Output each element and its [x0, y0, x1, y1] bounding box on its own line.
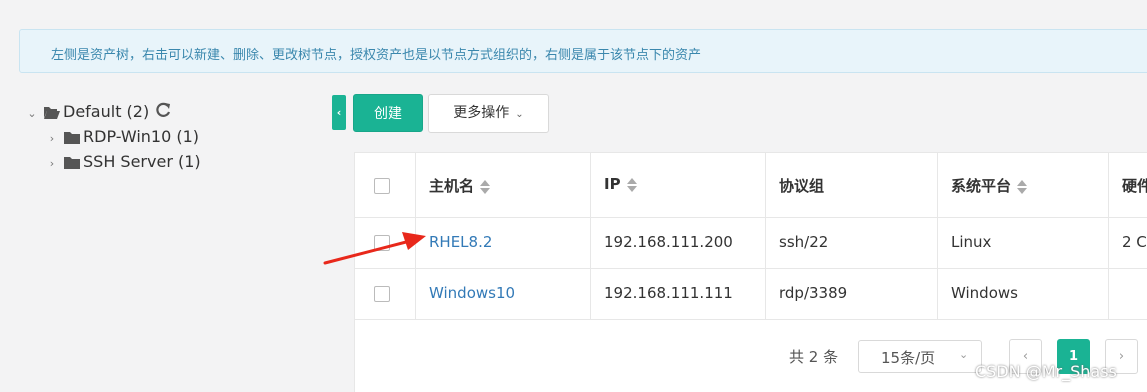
create-button[interactable]: 创建	[353, 94, 423, 132]
watermark: CSDN @Mr_Shass	[975, 362, 1117, 381]
chevron-right-icon[interactable]: ›	[46, 153, 58, 175]
column-header-ip[interactable]: IP	[591, 153, 766, 217]
tree-node-label[interactable]: RDP-Win10 (1)	[83, 127, 199, 146]
hostname-link[interactable]: Windows10	[429, 284, 515, 302]
refresh-icon[interactable]	[155, 102, 171, 118]
tree-node-default[interactable]: ⌄ Default (2)	[26, 101, 171, 123]
hostname-link[interactable]: RHEL8.2	[429, 233, 492, 251]
ip-cell: 192.168.111.200	[604, 233, 733, 251]
column-header-protocol: 协议组	[766, 153, 938, 217]
table-header: 主机名 IP 协议组 系统平台 硬件	[355, 153, 1147, 218]
folder-icon	[64, 132, 80, 144]
chevron-down-icon: ⌄	[515, 109, 524, 120]
folder-open-icon	[44, 107, 60, 119]
column-header-platform[interactable]: 系统平台	[938, 153, 1109, 217]
tree-node-rdp-win10[interactable]: › RDP-Win10 (1)	[46, 126, 199, 148]
more-actions-button[interactable]: 更多操作 ⌄	[428, 94, 549, 133]
platform-cell: Windows	[951, 284, 1018, 302]
pagination-total: 共 2 条	[789, 348, 839, 366]
column-header-hostname[interactable]: 主机名	[416, 153, 591, 217]
header-select-cell	[355, 153, 416, 217]
select-all-checkbox[interactable]	[374, 178, 390, 194]
sort-icon[interactable]	[480, 179, 491, 194]
chevron-down-icon: ⌄	[959, 348, 969, 361]
protocol-cell: ssh/22	[779, 233, 829, 251]
row-checkbox[interactable]	[374, 235, 390, 251]
page-size-value: 15条/页	[881, 349, 936, 367]
ip-cell: 192.168.111.111	[604, 284, 733, 302]
tree-node-ssh-server[interactable]: › SSH Server (1)	[46, 151, 201, 173]
collapse-tree-button[interactable]: ‹	[332, 95, 346, 130]
info-banner-text: 左侧是资产树，右击可以新建、删除、更改树节点，授权资产也是以节点方式组织的，右侧…	[51, 48, 702, 63]
more-actions-label: 更多操作	[453, 105, 510, 121]
sort-icon[interactable]	[1017, 179, 1028, 194]
table-row: RHEL8.2 192.168.111.200 ssh/22 Linux 2 C…	[355, 218, 1147, 269]
page-size-select[interactable]: 15条/页 ⌄	[858, 340, 982, 373]
row-checkbox[interactable]	[374, 286, 390, 302]
platform-cell: Linux	[951, 233, 992, 251]
tree-node-label[interactable]: Default (2)	[63, 102, 149, 121]
sort-icon[interactable]	[626, 177, 637, 192]
folder-icon	[64, 157, 80, 169]
info-banner: 左侧是资产树，右击可以新建、删除、更改树节点，授权资产也是以节点方式组织的，右侧…	[19, 29, 1147, 73]
column-header-hardware: 硬件	[1122, 177, 1147, 195]
chevron-down-icon[interactable]: ⌄	[26, 103, 38, 125]
table-row: Windows10 192.168.111.111 rdp/3389 Windo…	[355, 269, 1147, 320]
chevron-right-icon[interactable]: ›	[46, 128, 58, 150]
protocol-cell: rdp/3389	[779, 284, 848, 302]
hardware-cell: 2 Co	[1122, 233, 1147, 251]
tree-node-label[interactable]: SSH Server (1)	[83, 152, 201, 171]
